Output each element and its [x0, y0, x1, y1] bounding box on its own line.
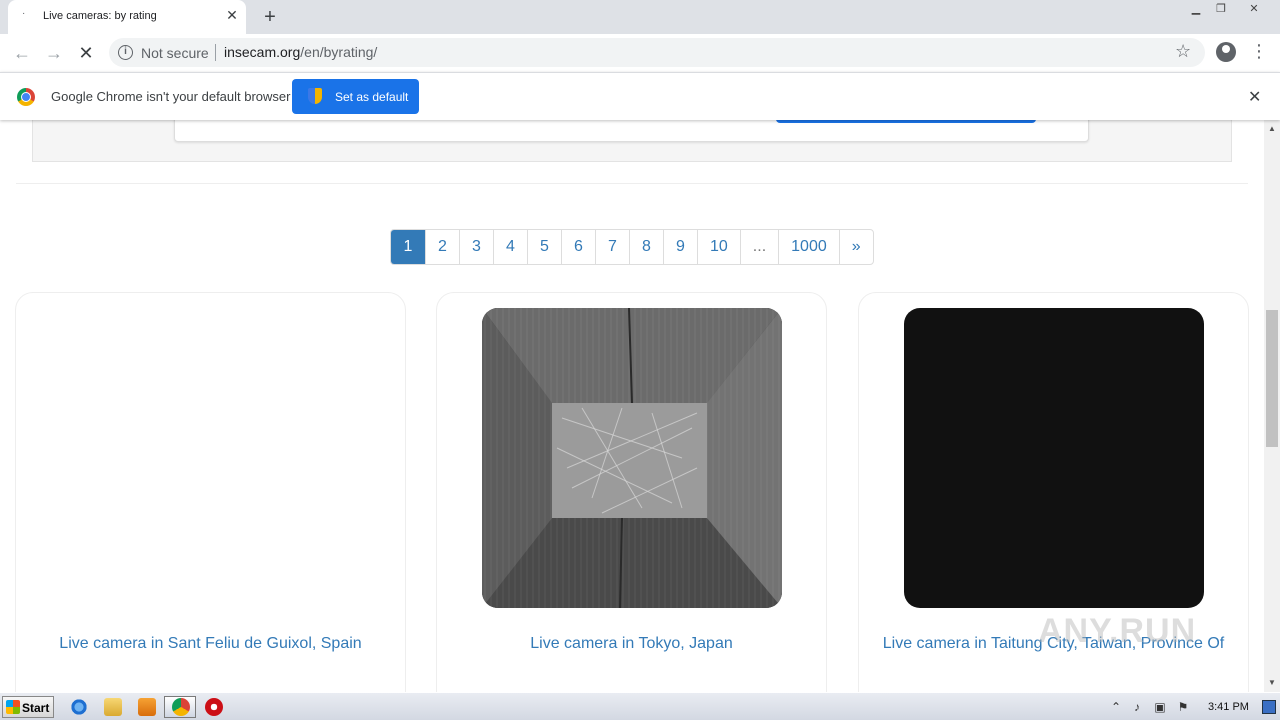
new-tab-button[interactable]: + — [259, 6, 281, 28]
pagination-page[interactable]: 1 — [391, 230, 425, 264]
wooden-box-image — [482, 308, 782, 608]
pagination-ellipsis: ... — [739, 230, 778, 264]
scroll-up-icon[interactable]: ▲ — [1264, 122, 1280, 136]
system-tray: ⌃ ♪ ▣ ⚑ 3:41 PM — [1106, 693, 1280, 721]
pagination-page[interactable]: 2 — [425, 230, 459, 264]
infobar-close-icon[interactable]: ✕ — [1248, 87, 1261, 107]
url-text[interactable]: insecam.org/en/byrating/ — [224, 44, 377, 60]
pagination-page[interactable]: 6 — [561, 230, 595, 264]
back-icon[interactable]: ← — [11, 42, 33, 64]
chrome-menu-icon[interactable]: ⋮ — [1250, 40, 1268, 62]
pagination: 1 2 3 4 5 6 7 8 9 10... 1000» — [390, 229, 874, 265]
address-bar[interactable]: i Not secure insecam.org/en/byrating/ ☆ — [109, 38, 1205, 67]
opera-icon[interactable] — [205, 698, 223, 716]
network-icon[interactable]: ▣ — [1153, 700, 1167, 714]
pagination-page[interactable]: 10 — [697, 230, 740, 264]
restore-icon[interactable]: ❐ — [1207, 0, 1235, 18]
camera-caption-link[interactable]: Live camera in Tokyo, Japan — [437, 635, 826, 653]
url-host: insecam.org — [224, 44, 301, 60]
browser-toolbar: ← → ✕ i Not secure insecam.org/en/byrati… — [0, 34, 1280, 72]
url-path: /en/byrating/ — [300, 44, 378, 60]
internet-explorer-icon[interactable] — [70, 698, 88, 716]
page-content: 1 2 3 4 5 6 7 8 9 10... 1000» Live camera in Sant … — [0, 120, 1264, 692]
browser-tab[interactable]: · Live cameras: by rating ✕ — [8, 0, 246, 34]
chrome-icon — [172, 698, 190, 716]
pagination-page[interactable]: 5 — [527, 230, 561, 264]
omnibox-divider — [215, 44, 216, 61]
top-card — [174, 120, 1089, 142]
camera-card[interactable]: Live camera in Tokyo, Japan — [436, 292, 827, 692]
profile-avatar-icon[interactable] — [1216, 42, 1236, 62]
minimize-icon[interactable]: ▁ — [1182, 0, 1210, 18]
action-center-flag-icon[interactable]: ⚑ — [1176, 700, 1190, 714]
media-player-icon[interactable] — [138, 698, 156, 716]
show-desktop-icon[interactable] — [1262, 700, 1276, 714]
top-card-button[interactable] — [776, 120, 1036, 123]
scroll-down-icon[interactable]: ▼ — [1264, 676, 1280, 690]
chrome-taskbar-button[interactable] — [164, 696, 196, 718]
chrome-logo-icon — [17, 88, 35, 106]
volume-icon[interactable]: ♪ — [1130, 700, 1144, 714]
security-label[interactable]: Not secure — [141, 45, 209, 61]
windows-logo-icon — [6, 700, 20, 714]
stop-loading-icon[interactable]: ✕ — [75, 42, 97, 64]
anyrun-watermark: ANY.RUN — [1038, 612, 1197, 650]
forward-icon[interactable]: → — [43, 42, 65, 64]
windows-taskbar: Start ⌃ ♪ ▣ ⚑ 3:41 PM — [0, 692, 1280, 720]
tab-close-icon[interactable]: ✕ — [224, 7, 240, 23]
camera-thumbnail[interactable] — [904, 308, 1204, 608]
camera-card[interactable]: Live camera in Sant Feliu de Guixol, Spa… — [15, 292, 406, 692]
pagination-page[interactable]: 9 — [663, 230, 697, 264]
window-close-icon[interactable]: ✕ — [1240, 0, 1268, 18]
set-as-default-label: Set as default — [335, 90, 409, 104]
default-browser-infobar: Google Chrome isn't your default browser… — [0, 72, 1280, 120]
pagination-page[interactable]: 4 — [493, 230, 527, 264]
taskbar-clock[interactable]: 3:41 PM — [1208, 701, 1249, 713]
explorer-icon[interactable] — [104, 698, 122, 716]
start-label: Start — [22, 701, 50, 715]
pagination-page[interactable]: 7 — [595, 230, 629, 264]
page-scrollbar[interactable]: ▲ ▼ — [1264, 120, 1280, 692]
tray-expand-icon[interactable]: ⌃ — [1109, 700, 1123, 714]
camera-thumbnail[interactable] — [482, 308, 782, 608]
tab-favicon-icon: · — [22, 8, 26, 19]
divider — [16, 183, 1248, 184]
camera-caption-link[interactable]: Live camera in Sant Feliu de Guixol, Spa… — [16, 635, 405, 653]
start-button[interactable]: Start — [2, 696, 54, 718]
bookmark-star-icon[interactable]: ☆ — [1175, 41, 1191, 62]
pagination-next[interactable]: » — [838, 230, 873, 264]
uac-shield-icon — [308, 88, 322, 104]
pagination-page[interactable]: 8 — [629, 230, 663, 264]
infobar-message: Google Chrome isn't your default browser — [51, 89, 291, 104]
pagination-page[interactable]: 3 — [459, 230, 493, 264]
tab-title: Live cameras: by rating — [43, 10, 157, 22]
scroll-thumb[interactable] — [1266, 310, 1278, 447]
info-icon[interactable]: i — [118, 45, 133, 60]
tab-strip: · Live cameras: by rating ✕ + ▁ ❐ ✕ — [0, 0, 1280, 34]
set-as-default-button[interactable]: Set as default — [292, 79, 419, 114]
pagination-page[interactable]: 1000 — [778, 230, 839, 264]
